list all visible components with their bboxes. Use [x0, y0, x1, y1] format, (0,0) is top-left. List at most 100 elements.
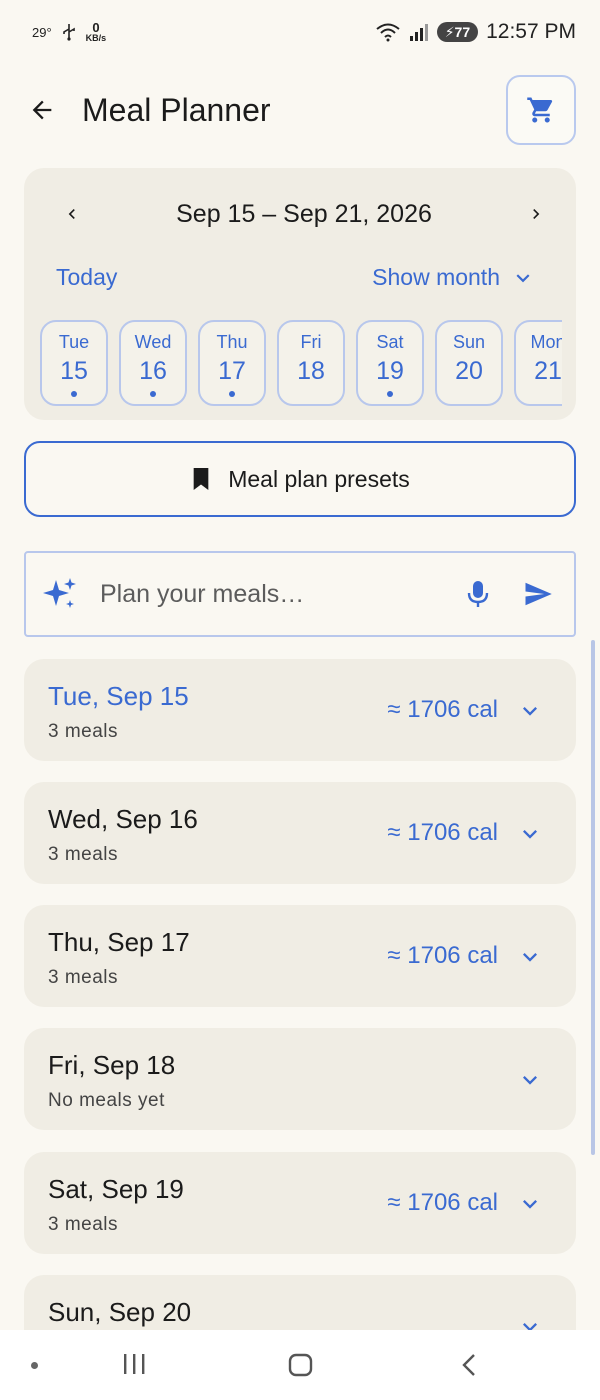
meals-indicator-dot: [229, 391, 235, 397]
next-week-button[interactable]: [524, 202, 548, 226]
status-bar: 29° 0 KB/s ⚡77 12:57 PM: [0, 0, 600, 64]
bolt-icon: ⚡: [444, 24, 455, 40]
expand-button[interactable]: [516, 1190, 544, 1218]
day-name: Tue: [58, 332, 90, 352]
back-chevron-icon: [462, 1354, 475, 1376]
meal-count: 3 meals: [48, 967, 119, 988]
battery-indicator: ⚡77: [436, 22, 479, 42]
day-name: Wed: [134, 332, 172, 352]
signal-icon: [409, 24, 428, 41]
expand-button[interactable]: [516, 943, 544, 971]
day-date: 19: [376, 357, 404, 385]
meals-indicator-dot: [150, 391, 156, 397]
chevron-right-icon: [533, 209, 540, 219]
arrow-back-icon: [32, 100, 52, 120]
day-title: Thu, Sep 17: [48, 927, 190, 957]
wifi-icon: [376, 23, 400, 42]
nav-dot-icon: [31, 1362, 38, 1369]
day-title: Sun, Sep 20: [48, 1297, 192, 1327]
day-title: Sat, Sep 19: [48, 1174, 184, 1204]
calorie-estimate: ≈ 1706 cal: [387, 942, 498, 969]
day-chip-sat[interactable]: Sat 19: [356, 320, 424, 406]
chevron-down-icon: [516, 273, 530, 282]
day-chip-thu[interactable]: Thu 17: [198, 320, 266, 406]
meals-indicator-dot: [71, 391, 77, 397]
home-icon: [288, 1353, 313, 1377]
status-left: 29° 0 KB/s: [32, 19, 107, 43]
chevron-down-icon: [523, 1200, 537, 1209]
day-plan-row[interactable]: Fri, Sep 18 No meals yet: [24, 1028, 576, 1130]
scrollbar[interactable]: [591, 640, 595, 1155]
shopping-cart-button[interactable]: [506, 75, 576, 145]
expand-button[interactable]: [516, 1066, 544, 1094]
page-title: Meal Planner: [82, 91, 271, 128]
chevron-down-icon: [523, 953, 537, 962]
day-chip-fri[interactable]: Fri 18: [277, 320, 345, 406]
chevron-down-icon: [523, 830, 537, 839]
day-chip-tue[interactable]: Tue 15: [40, 320, 108, 406]
network-speed: 0 KB/s: [85, 19, 107, 43]
week-links: Today Show month: [56, 264, 536, 291]
chevron-down-icon: [523, 1076, 537, 1085]
meal-count: 3 meals: [48, 844, 119, 865]
chevron-left-icon: [68, 209, 75, 219]
presets-label: Meal plan presets: [228, 465, 410, 492]
expand-button[interactable]: [516, 820, 544, 848]
send-button[interactable]: [518, 574, 558, 614]
meal-count: 3 meals: [48, 1214, 119, 1235]
usb-icon: [62, 24, 75, 41]
day-strip: Tue 15 Wed 16 Thu 17 Fri 18 Sat 19 Sun 2…: [40, 320, 562, 408]
day-chip-sun[interactable]: Sun 20: [435, 320, 503, 406]
meal-count: No meals yet: [48, 1090, 165, 1111]
day-name: Thu: [216, 332, 248, 352]
voice-input-button[interactable]: [458, 574, 498, 614]
expand-button[interactable]: [516, 697, 544, 725]
show-month-label: Show month: [372, 264, 500, 290]
day-plan-row[interactable]: Wed, Sep 16 3 meals ≈ 1706 cal: [24, 782, 576, 884]
sparkles-icon: [43, 578, 76, 608]
day-date: 21: [534, 357, 562, 385]
week-range-label: Sep 15 – Sep 21, 2026: [176, 199, 432, 228]
day-name: Sun: [452, 332, 486, 352]
day-name: Mon: [530, 332, 562, 352]
day-title: Fri, Sep 18: [48, 1050, 176, 1080]
status-right: ⚡77 12:57 PM: [375, 20, 576, 44]
app-bar: Meal Planner: [0, 64, 600, 156]
day-title: Wed, Sep 16: [48, 804, 198, 834]
today-link[interactable]: Today: [56, 264, 117, 291]
clock: 12:57 PM: [486, 20, 576, 43]
show-month-toggle[interactable]: Show month: [372, 264, 536, 291]
meal-prompt-box: [24, 551, 576, 637]
home-button[interactable]: [287, 1352, 315, 1378]
system-back-button[interactable]: [458, 1352, 482, 1378]
recent-apps-icon: [124, 1354, 145, 1374]
day-chip-mon[interactable]: Mon 21: [514, 320, 562, 406]
cart-icon: [527, 97, 553, 123]
day-title: Tue, Sep 15: [48, 681, 189, 711]
day-date: 20: [455, 357, 483, 385]
back-button[interactable]: [24, 92, 60, 128]
day-date: 18: [297, 357, 325, 385]
meals-indicator-dot: [387, 391, 393, 397]
day-plan-row[interactable]: Sat, Sep 19 3 meals ≈ 1706 cal: [24, 1152, 576, 1254]
meal-count: 3 meals: [48, 721, 119, 742]
day-name: Sat: [376, 332, 404, 352]
meal-plan-presets-button[interactable]: Meal plan presets: [24, 441, 576, 517]
bookmark-icon: [193, 468, 209, 490]
day-chip-wed[interactable]: Wed 16: [119, 320, 187, 406]
calorie-estimate: ≈ 1706 cal: [387, 819, 498, 846]
microphone-icon: [467, 581, 489, 607]
day-name: Fri: [300, 332, 322, 352]
day-plan-row[interactable]: Tue, Sep 15 3 meals ≈ 1706 cal: [24, 659, 576, 761]
chevron-down-icon: [523, 707, 537, 716]
send-icon: [525, 582, 552, 606]
temperature: 29°: [32, 24, 52, 40]
calorie-estimate: ≈ 1706 cal: [387, 696, 498, 723]
meal-prompt-input[interactable]: [100, 579, 458, 609]
day-plan-row[interactable]: Thu, Sep 17 3 meals ≈ 1706 cal: [24, 905, 576, 1007]
previous-week-button[interactable]: [60, 202, 84, 226]
day-date: 17: [218, 357, 246, 385]
week-navigation: Sep 15 – Sep 21, 2026: [24, 194, 576, 234]
recent-apps-button[interactable]: [120, 1352, 148, 1376]
day-date: 16: [139, 357, 167, 385]
